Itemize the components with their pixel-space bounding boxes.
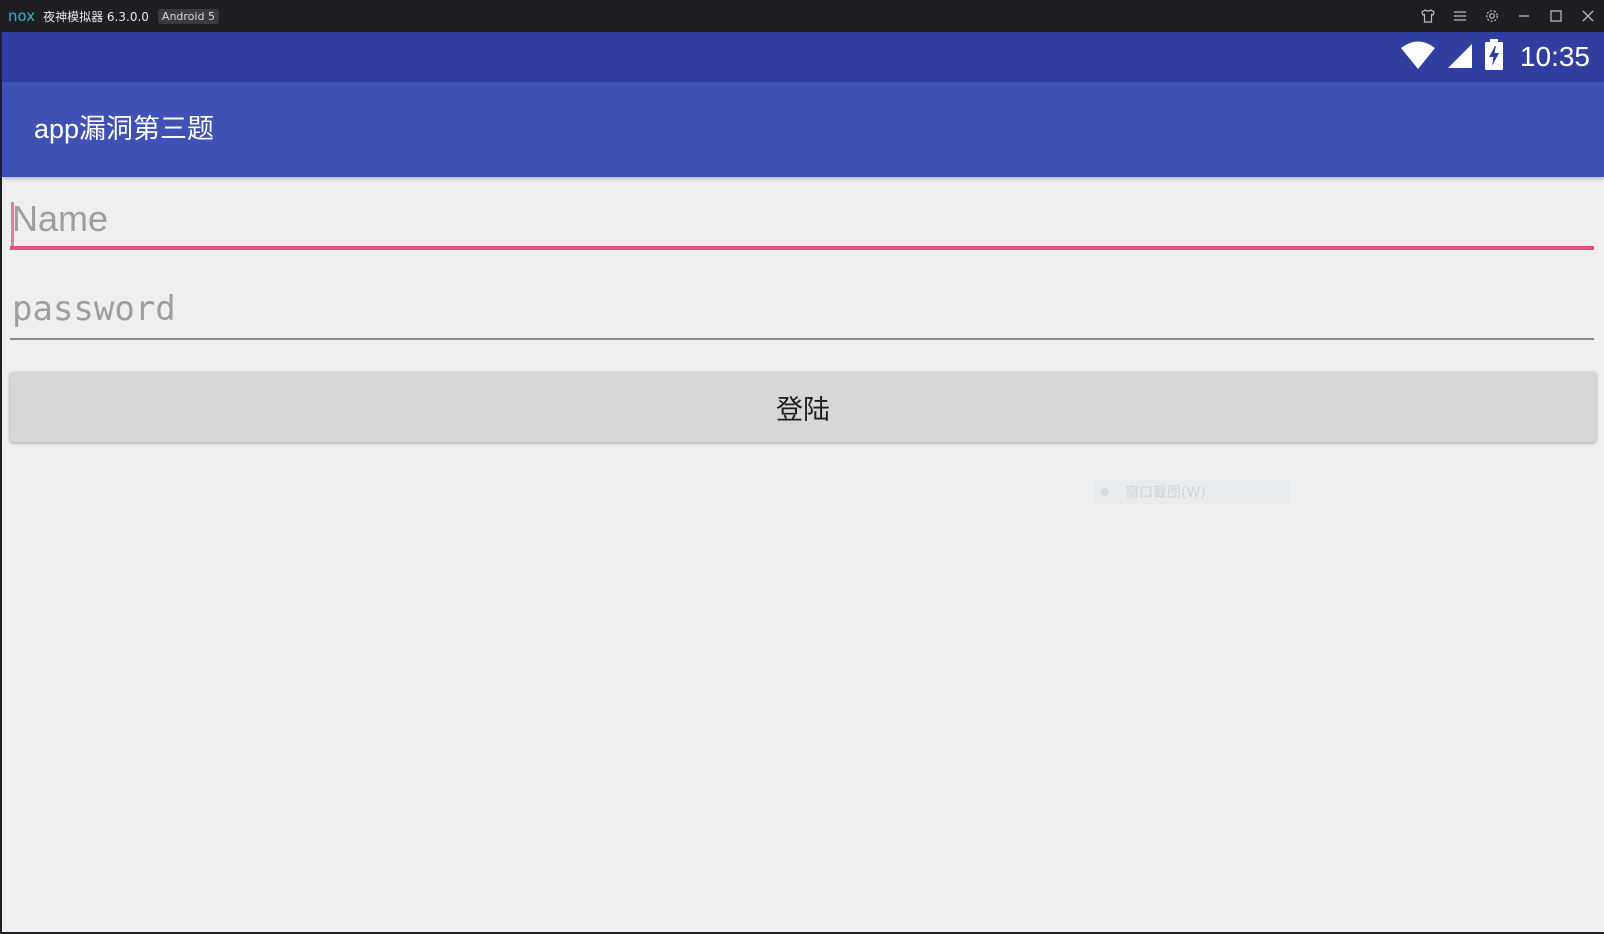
emulator-title: 夜神模拟器 6.3.0.0	[43, 9, 149, 24]
wifi-icon	[1400, 40, 1436, 74]
screenshot-tooltip: 窗口截图(W)	[1093, 480, 1291, 504]
name-input[interactable]	[10, 190, 1596, 248]
close-icon[interactable]	[1572, 0, 1604, 32]
tooltip-text: 窗口截图(W)	[1125, 485, 1206, 501]
title-bar: nox 夜神模拟器 6.3.0.0 Android 5	[0, 0, 1604, 32]
shirt-icon[interactable]	[1412, 0, 1444, 32]
android-screen: 10:35 app漏洞第三题 登陆 窗口截图(W)	[2, 32, 1604, 932]
gear-icon[interactable]	[1476, 0, 1508, 32]
menu-icon[interactable]	[1444, 0, 1476, 32]
android-version-badge: Android 5	[157, 8, 219, 24]
name-field-underline	[10, 246, 1594, 250]
nox-logo: nox	[8, 7, 36, 25]
status-clock: 10:35	[1519, 41, 1590, 72]
minimize-icon[interactable]	[1508, 0, 1540, 32]
signal-icon	[1446, 41, 1474, 73]
page-title: app漏洞第三题	[34, 114, 215, 144]
password-field	[10, 280, 1596, 342]
status-indicators: 10:35	[1400, 32, 1590, 82]
emulator-window: nox 夜神模拟器 6.3.0.0 Android 5 10:35 app漏洞第…	[0, 0, 1604, 934]
battery-charging-icon	[1484, 39, 1504, 75]
name-field	[10, 190, 1596, 252]
status-bar: 10:35	[2, 32, 1604, 82]
title-controls	[1412, 0, 1604, 32]
app-toolbar: app漏洞第三题	[2, 82, 1604, 177]
password-field-underline	[10, 338, 1594, 340]
password-input[interactable]	[10, 280, 1596, 338]
maximize-icon[interactable]	[1540, 0, 1572, 32]
login-button[interactable]: 登陆	[10, 372, 1596, 442]
text-cursor	[11, 202, 14, 246]
tooltip-dot-icon	[1101, 488, 1109, 496]
